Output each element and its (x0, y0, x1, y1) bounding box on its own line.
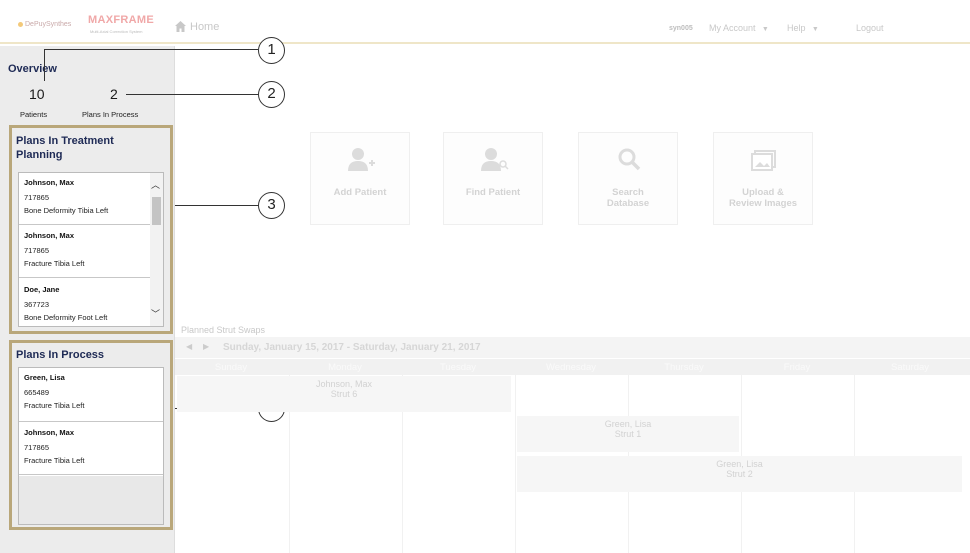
depuy-logo: DePuySynthes (18, 21, 71, 28)
calendar-title: Planned Strut Swaps (181, 325, 266, 335)
help-label: Help (787, 23, 806, 33)
calendar-event[interactable]: Green, Lisa Strut 1 (517, 416, 739, 452)
callout-1: 1 (258, 37, 285, 64)
patient-id: 717865 (24, 193, 50, 202)
day-wednesday: Wednesday (546, 362, 596, 373)
my-account-menu[interactable]: My Account ▼ (709, 23, 769, 33)
scrollbar-thumb[interactable] (152, 197, 161, 225)
calendar-nav: ◀ ▶ Sunday, January 15, 2017 - Saturday,… (175, 337, 970, 358)
event-strut: Strut 1 (614, 429, 642, 439)
treatment-planning-title: Plans In Treatment Planning (16, 135, 114, 161)
list-item[interactable]: Green, Lisa 665489 Fracture Tibia Left (19, 368, 163, 422)
chevron-up-icon[interactable]: ︿ (151, 178, 160, 191)
treatment-planning-panel: Plans In Treatment Planning Johnson, Max … (9, 125, 173, 334)
plan-description: Bone Deformity Tibia Left (24, 206, 109, 215)
list-item[interactable]: Johnson, Max 717865 Fracture Tibia Left (19, 423, 163, 475)
search-database-tile[interactable]: Search Database (578, 132, 678, 225)
patient-id: 717865 (24, 246, 50, 255)
day-monday: Monday (328, 362, 362, 373)
event-strut: Strut 6 (330, 389, 358, 399)
chevron-right-icon[interactable]: ▶ (203, 342, 209, 351)
patient-name: Johnson, Max (24, 178, 75, 187)
images-icon (751, 150, 776, 171)
plan-description: Bone Deformity Foot Left (24, 313, 108, 322)
app-root: DePuySynthes MAXFRAME Multi-Axial Correc… (0, 0, 970, 553)
callout-line-1-vertical (44, 49, 45, 81)
treatment-planning-list[interactable]: Johnson, Max 717865 Bone Deformity Tibia… (18, 172, 164, 327)
find-patient-tile[interactable]: Find Patient (443, 132, 543, 225)
patient-id: 367723 (24, 300, 50, 309)
chevron-down-icon[interactable]: ﹀ (151, 307, 160, 320)
patient-id: 717865 (24, 443, 50, 452)
add-user-icon (348, 148, 375, 171)
event-strut: Strut 2 (726, 469, 753, 479)
add-patient-label: Add Patient (333, 187, 387, 198)
in-process-list[interactable]: Green, Lisa 665489 Fracture Tibia Left J… (18, 367, 164, 525)
plans-in-process-count: 2 (110, 86, 118, 102)
my-account-label: My Account (709, 23, 756, 33)
logout-link[interactable]: Logout (856, 23, 884, 33)
help-menu[interactable]: Help ▼ (787, 23, 819, 33)
maxframe-logo: MAXFRAME (88, 14, 154, 26)
patients-count: 10 (29, 86, 45, 102)
plan-description: Fracture Tibia Left (24, 456, 85, 465)
callout-line-2 (126, 94, 258, 95)
event-patient: Green, Lisa (716, 459, 763, 469)
find-user-icon (481, 148, 509, 171)
callout-2: 2 (258, 81, 285, 108)
calendar-day-header: Sunday Monday Tuesday Wednesday Thursday… (175, 359, 970, 375)
callout-line-1 (44, 49, 258, 50)
in-process-panel: Plans In Process Green, Lisa 665489 Frac… (9, 340, 173, 530)
list-item[interactable]: Doe, Jane 367723 Bone Deformity Foot Lef… (19, 280, 152, 326)
event-patient: Johnson, Max (315, 379, 373, 389)
day-sunday: Sunday (214, 362, 248, 373)
day-saturday: Saturday (890, 362, 930, 373)
patient-name: Green, Lisa (24, 373, 65, 382)
callout-line-3 (175, 205, 258, 206)
list-item[interactable]: Johnson, Max 717865 Fracture Tibia Left (19, 226, 152, 278)
patients-label: Patients (20, 110, 48, 119)
sidebar: Overview 10 Patients 2 Plans In Process … (0, 46, 175, 553)
patient-name: Johnson, Max (24, 428, 75, 437)
search-database-label: Search Database (606, 187, 650, 209)
add-patient-tile[interactable]: Add Patient (310, 132, 410, 225)
search-icon (618, 148, 641, 171)
overview-title: Overview (8, 63, 57, 75)
home-icon (175, 21, 186, 32)
patient-id: 665489 (24, 388, 50, 397)
calendar-date-range: Sunday, January 15, 2017 - Saturday, Jan… (223, 342, 481, 353)
calendar-divider (515, 375, 516, 553)
maxframe-tagline: Multi-Axial Correction System (90, 29, 143, 34)
username: syn005 (669, 25, 693, 32)
day-tuesday: Tuesday (439, 362, 477, 373)
calendar-event[interactable]: Green, Lisa Strut 2 (517, 456, 962, 492)
callout-3: 3 (258, 192, 285, 219)
patient-name: Doe, Jane (24, 285, 60, 294)
upload-images-label: Upload & Review Images (728, 187, 798, 209)
event-patient: Green, Lisa (604, 419, 652, 429)
plans-in-process-label: Plans In Process (82, 110, 139, 119)
chevron-down-icon: ▼ (758, 26, 769, 33)
upload-images-tile[interactable]: Upload & Review Images (713, 132, 813, 225)
patient-name: Johnson, Max (24, 231, 75, 240)
chevron-left-icon[interactable]: ◀ (186, 342, 192, 351)
chevron-down-icon: ▼ (808, 26, 819, 33)
plan-description: Fracture Tibia Left (24, 259, 85, 268)
top-header: DePuySynthes MAXFRAME Multi-Axial Correc… (0, 0, 970, 44)
in-process-title: Plans In Process (16, 349, 105, 361)
calendar-event[interactable]: Johnson, Max Strut 6 (177, 376, 511, 412)
find-patient-label: Find Patient (465, 187, 521, 198)
home-link[interactable]: Home (175, 21, 219, 33)
empty-list-area (19, 476, 163, 524)
scrollbar[interactable]: ︿ ﹀ (150, 173, 163, 326)
home-label: Home (190, 21, 220, 33)
day-friday: Friday (783, 362, 811, 373)
list-item[interactable]: Johnson, Max 717865 Bone Deformity Tibia… (19, 173, 152, 225)
day-thursday: Thursday (664, 362, 704, 373)
plan-description: Fracture Tibia Left (24, 401, 85, 410)
